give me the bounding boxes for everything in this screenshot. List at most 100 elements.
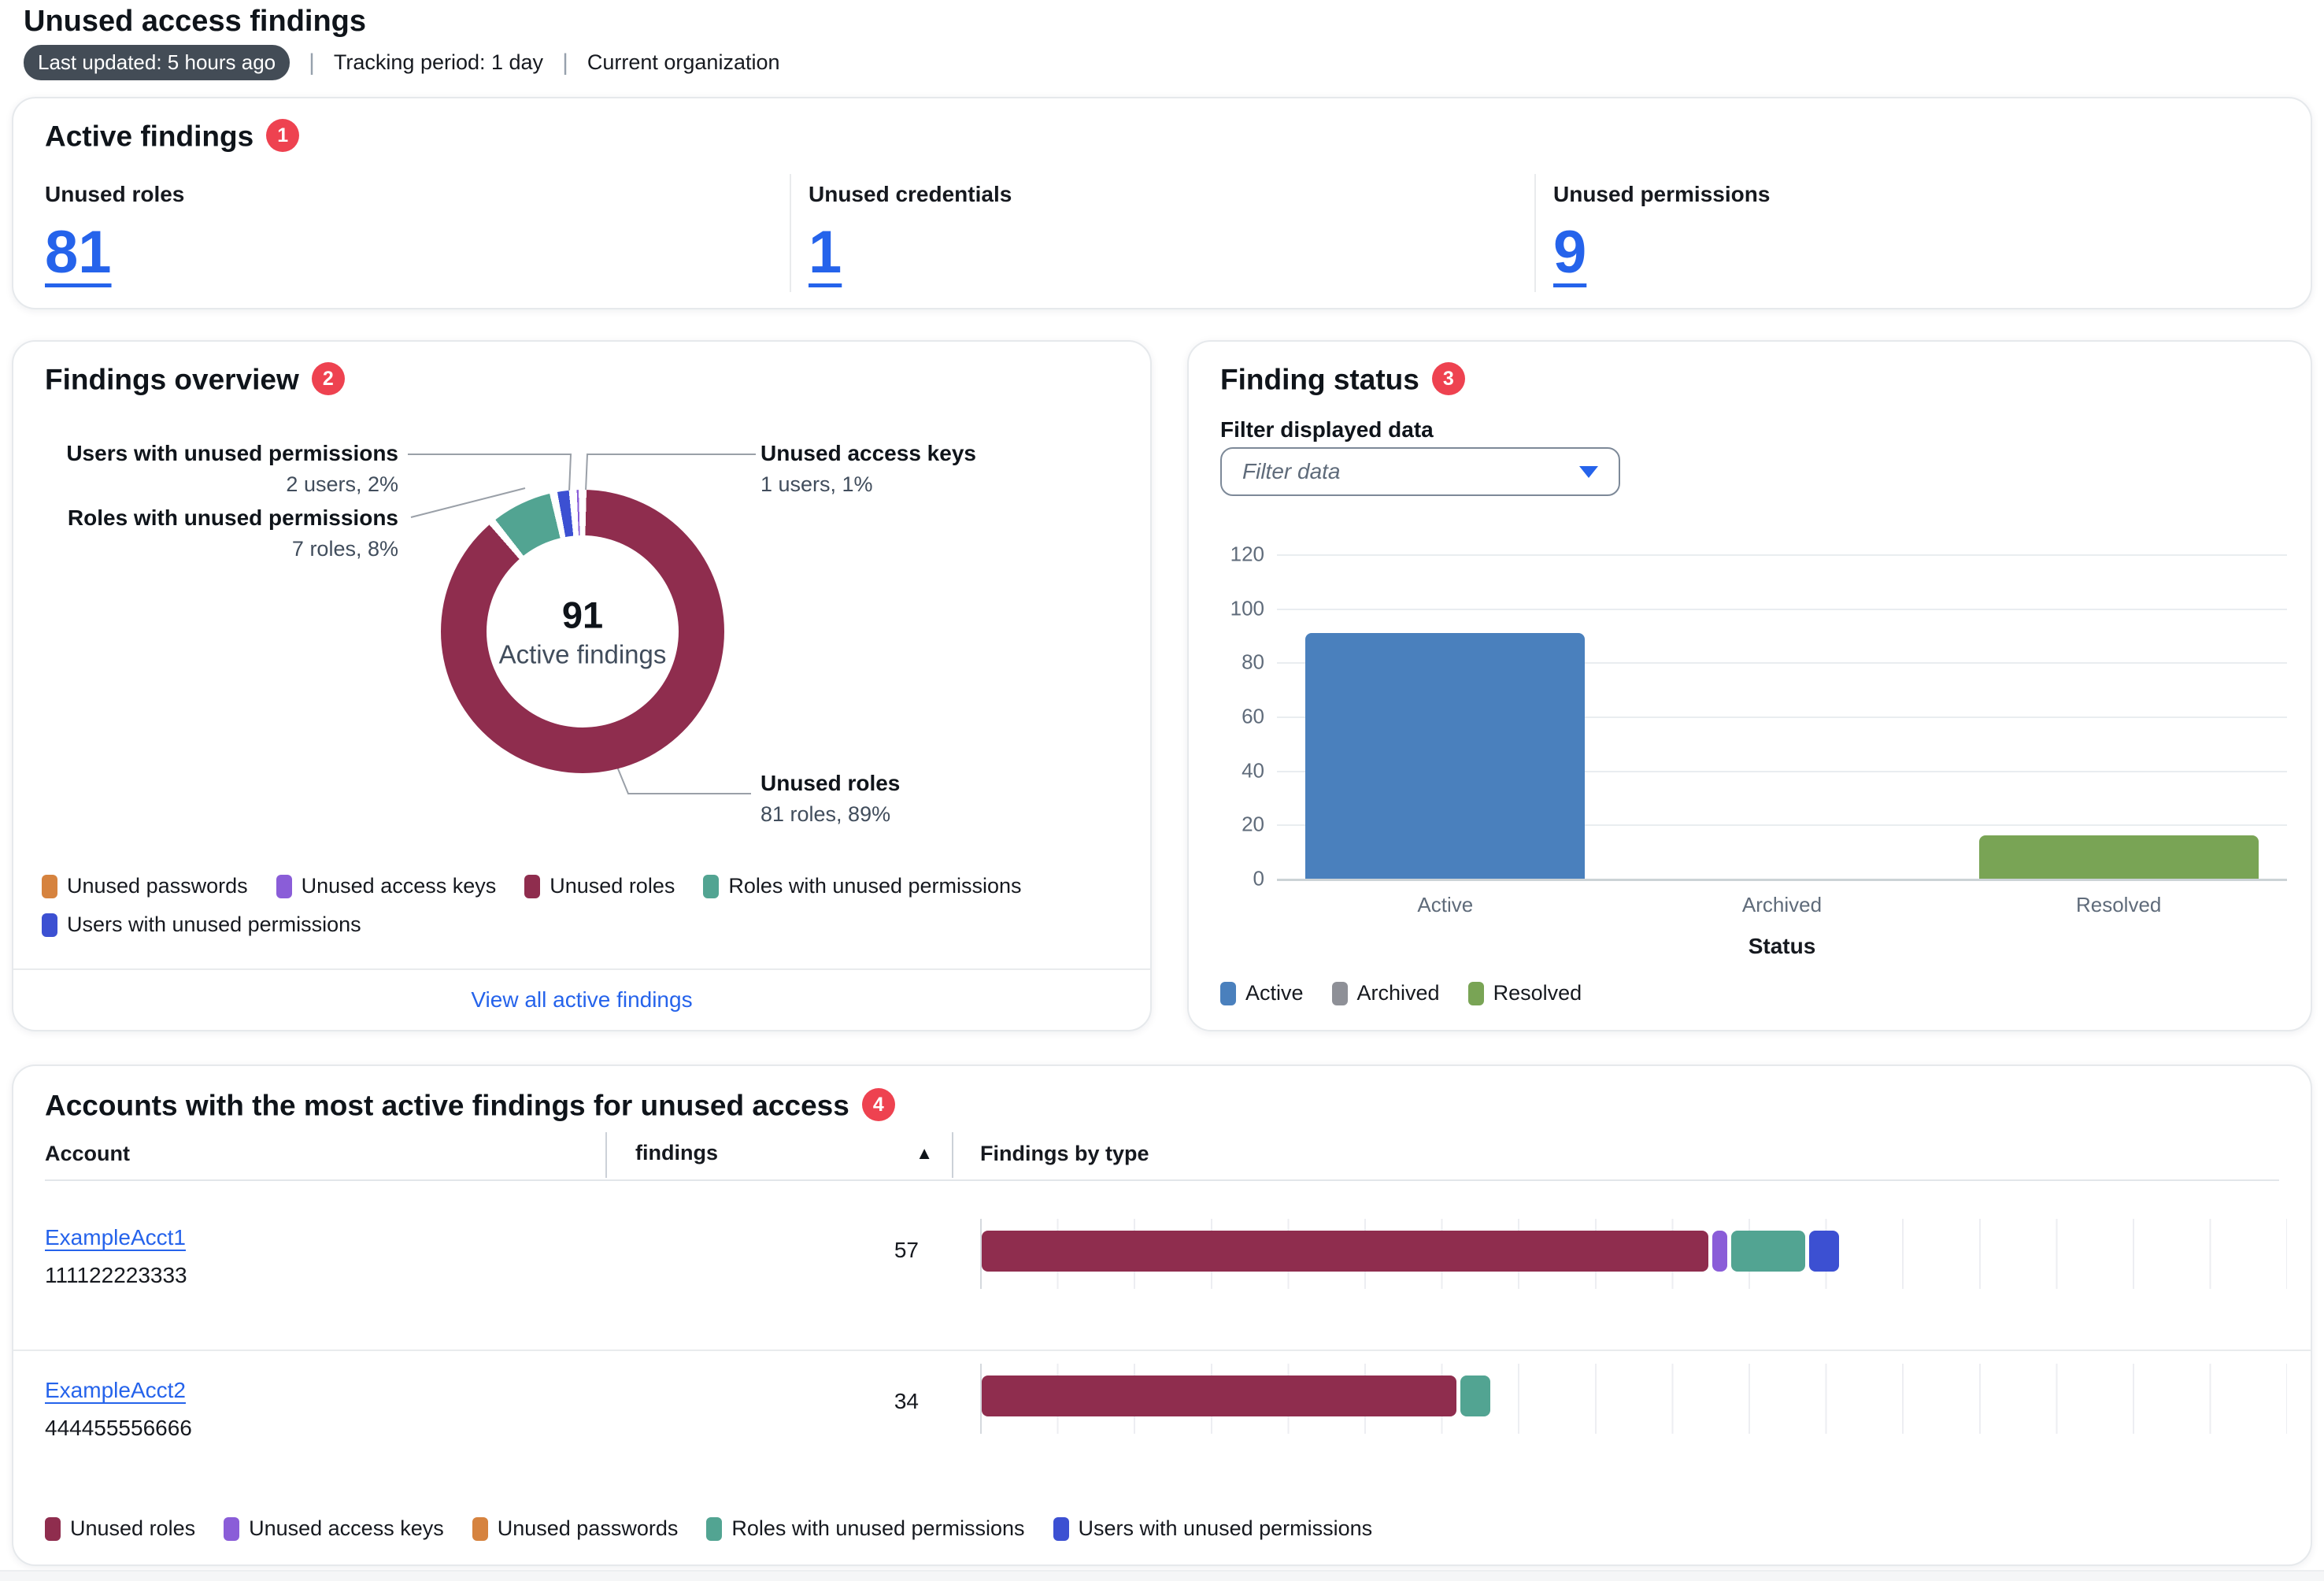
findings-count: 34 — [801, 1389, 919, 1414]
legend-label: Unused passwords — [67, 874, 248, 898]
findings-type-segment — [1712, 1231, 1727, 1272]
account-link-text: ExampleAcct2 — [45, 1378, 186, 1402]
legend-item: Users with unused permissions — [1053, 1516, 1373, 1541]
callout-title: Unused roles — [760, 771, 900, 796]
finding-status-title-text: Finding status — [1220, 364, 1419, 396]
table-header-rule — [45, 1179, 2279, 1181]
status-column-active — [1277, 554, 1614, 879]
status-column-resolved — [1950, 554, 2287, 879]
findings-by-type-band — [980, 1219, 2287, 1289]
x-axis-line — [1277, 879, 2287, 881]
callout-users-with-unused-permissions: Users with unused permissions 2 users, 2… — [66, 441, 398, 497]
active-findings-title-text: Active findings — [45, 120, 253, 153]
callout-detail: 81 roles, 89% — [760, 802, 900, 827]
legend-label: Archived — [1357, 981, 1440, 1005]
findings-type-segment — [1731, 1231, 1805, 1272]
legend-item: Unused passwords — [472, 1516, 679, 1541]
y-tick-label: 80 — [1242, 650, 1264, 675]
legend-item: Unused access keys — [224, 1516, 444, 1541]
annotation-badge-1: 1 — [266, 119, 299, 152]
active-findings-title: Active findings 1 — [45, 119, 299, 154]
account-id: 111122223333 — [45, 1263, 187, 1288]
legend-item: Roles with unused permissions — [703, 874, 1021, 898]
annotation-badge-4: 4 — [862, 1088, 895, 1121]
account-link[interactable]: ExampleAcct1 — [45, 1225, 186, 1250]
legend-chip-unused-access-keys — [276, 875, 292, 898]
legend-chip-roles-with-unused-permissions — [706, 1517, 722, 1541]
sort-ascending-icon: ▲ — [916, 1143, 933, 1164]
legend-label: Active — [1245, 981, 1304, 1005]
callout-unused-roles: Unused roles 81 roles, 89% — [760, 771, 900, 827]
callout-detail: 1 users, 1% — [760, 472, 976, 497]
meta-separator: | — [562, 50, 568, 76]
account-id: 444455556666 — [45, 1416, 192, 1441]
status-bars — [1277, 554, 2287, 879]
legend-label: Unused access keys — [249, 1516, 444, 1541]
row-divider — [13, 1350, 2311, 1351]
legend-chip-archived — [1332, 982, 1348, 1005]
accounts-legend: Unused roles Unused access keys Unused p… — [45, 1516, 1372, 1541]
annotation-badge-3: 3 — [1432, 362, 1465, 395]
metric-label: Unused roles — [45, 182, 790, 207]
chevron-down-icon — [1579, 466, 1598, 478]
filter-data-placeholder: Filter data — [1242, 459, 1341, 484]
column-divider — [605, 1132, 607, 1178]
bar-active — [1305, 633, 1585, 879]
legend-item: Archived — [1332, 981, 1440, 1005]
status-legend: Active Archived Resolved — [1220, 981, 1582, 1005]
active-findings-metrics: Unused roles 81 Unused credentials 1 Unu… — [45, 174, 2279, 292]
annotation-badge-2: 2 — [312, 362, 345, 395]
y-tick-label: 20 — [1242, 813, 1264, 837]
legend-label: Users with unused permissions — [67, 913, 361, 937]
callout-detail: 7 roles, 8% — [68, 537, 398, 561]
legend-chip-roles-with-unused-permissions — [703, 875, 719, 898]
findings-type-segment — [982, 1231, 1708, 1272]
account-link[interactable]: ExampleAcct2 — [45, 1378, 186, 1403]
legend-chip-unused-roles — [45, 1517, 61, 1541]
y-tick-label: 40 — [1242, 758, 1264, 783]
legend-item: Users with unused permissions — [42, 913, 361, 937]
legend-label: Roles with unused permissions — [731, 1516, 1024, 1541]
column-header-findings[interactable]: findings ▲ — [635, 1141, 933, 1165]
findings-overview-card: Findings overview2 91 Active findings Us… — [12, 340, 1152, 1031]
findings-by-type-band — [980, 1364, 2287, 1434]
metric-unused-roles: Unused roles 81 — [45, 174, 790, 292]
legend-label: Resolved — [1493, 981, 1582, 1005]
x-tick-label: Active — [1277, 893, 1614, 917]
column-divider — [952, 1132, 953, 1178]
legend-chip-active — [1220, 982, 1236, 1005]
legend-chip-resolved — [1468, 982, 1484, 1005]
active-findings-card: Active findings 1 Unused roles 81 Unused … — [12, 97, 2312, 309]
donut-center: 91 Active findings — [499, 594, 667, 670]
next-card-top-edge — [0, 1570, 2324, 1581]
filter-data-select[interactable]: Filter data — [1220, 447, 1620, 496]
legend-label: Unused passwords — [498, 1516, 679, 1541]
legend-label: Roles with unused permissions — [728, 874, 1021, 898]
legend-chip-unused-passwords — [42, 875, 57, 898]
overview-legend: Unused passwords Unused access keys Unus… — [42, 874, 1136, 937]
legend-label: Unused access keys — [302, 874, 497, 898]
column-header-findings-by-type: Findings by type — [980, 1142, 1149, 1166]
view-all-active-findings-link[interactable]: View all active findings — [471, 987, 692, 1013]
tracking-period-text: Tracking period: 1 day — [334, 50, 543, 75]
page-title: Unused access findings — [24, 5, 366, 39]
callout-title: Users with unused permissions — [66, 441, 398, 466]
last-updated-badge: Last updated: 5 hours ago — [24, 45, 290, 80]
metric-value-link[interactable]: 1 — [809, 218, 842, 287]
metric-unused-permissions: Unused permissions 9 — [1534, 174, 2279, 292]
metric-label: Unused credentials — [809, 182, 1534, 207]
metric-unused-credentials: Unused credentials 1 — [790, 174, 1534, 292]
legend-chip-users-with-unused-permissions — [42, 913, 57, 937]
legend-label: Unused roles — [70, 1516, 195, 1541]
findings-by-type-bar — [982, 1376, 2287, 1416]
metric-value-link[interactable]: 81 — [45, 218, 112, 287]
findings-type-segment — [982, 1376, 1456, 1416]
callout-unused-access-keys: Unused access keys 1 users, 1% — [760, 441, 976, 497]
legend-item: Roles with unused permissions — [706, 1516, 1024, 1541]
legend-chip-users-with-unused-permissions — [1053, 1517, 1069, 1541]
findings-by-type-bar — [982, 1231, 2287, 1272]
metric-value-link[interactable]: 9 — [1553, 218, 1586, 287]
legend-item: Unused roles — [524, 874, 675, 898]
metric-label: Unused permissions — [1553, 182, 2279, 207]
column-header-findings-label: findings — [635, 1141, 718, 1165]
